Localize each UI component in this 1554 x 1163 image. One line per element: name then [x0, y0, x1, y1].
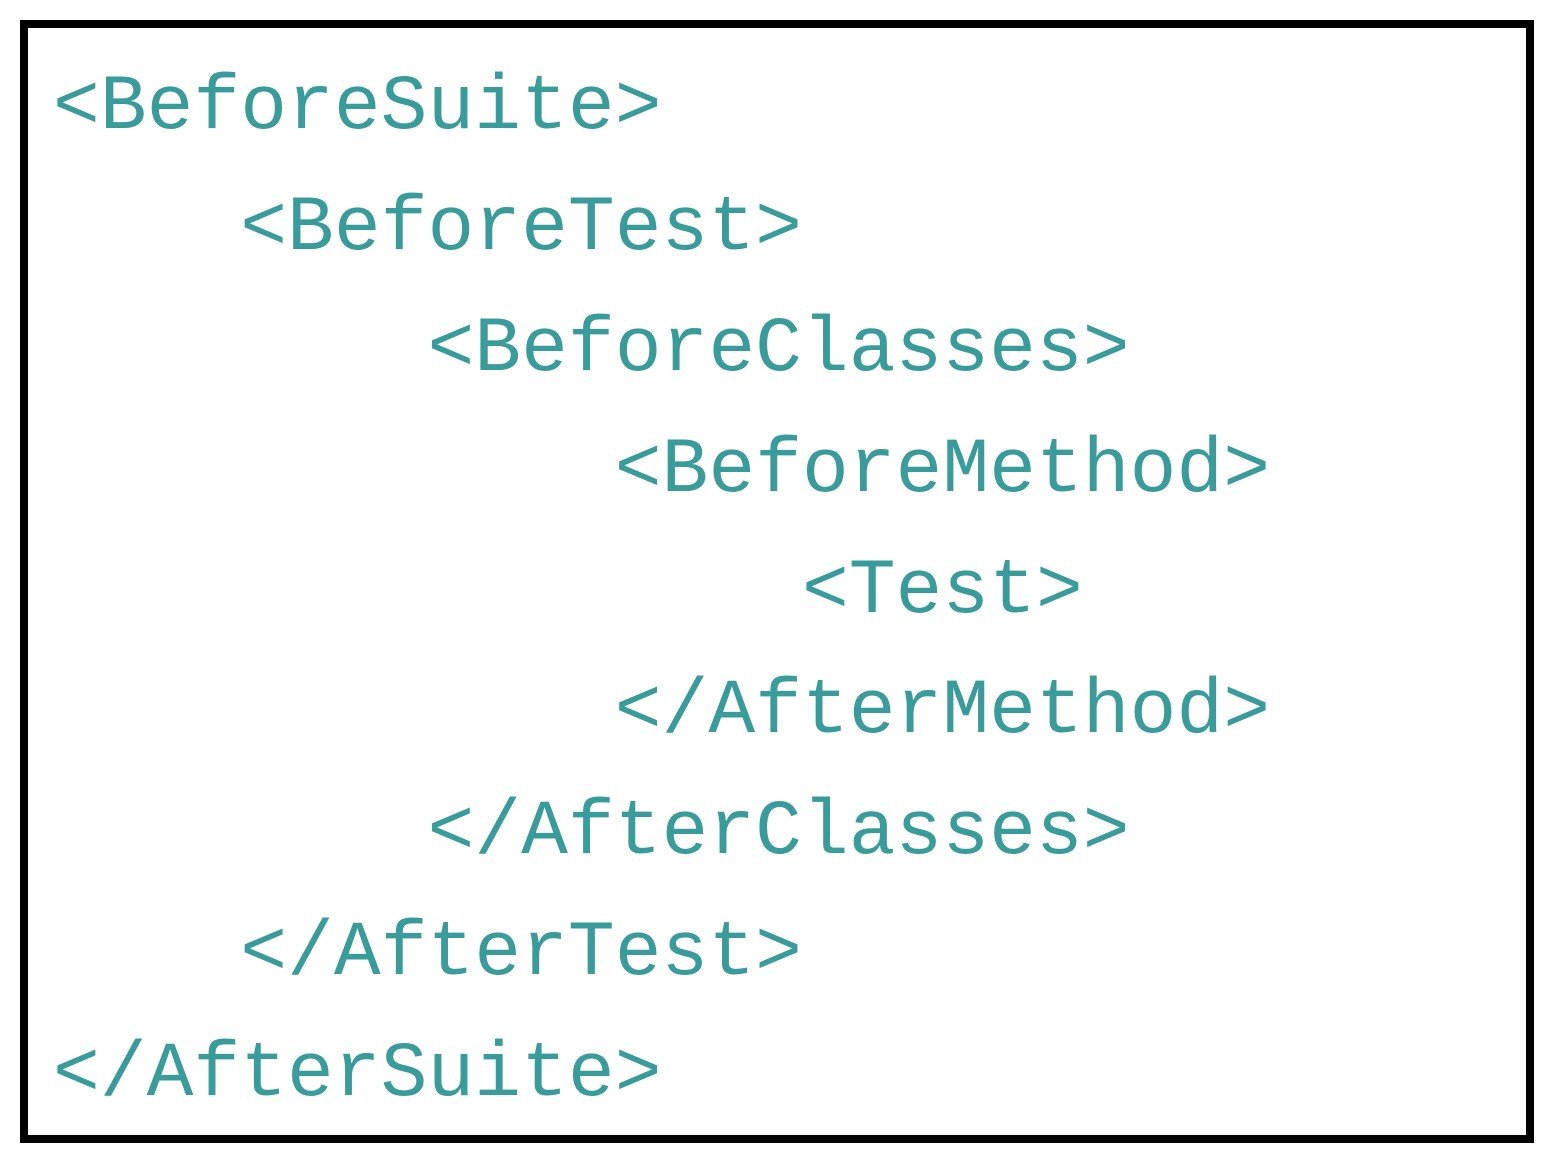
indent	[427, 668, 614, 756]
code-line: </AfterTest>	[53, 894, 1501, 1015]
code-line: <Test>	[53, 532, 1501, 653]
code-line: </AfterMethod>	[53, 652, 1501, 773]
close-bracket: >	[1083, 306, 1130, 394]
code-container: <BeforeSuite> <BeforeTest> <BeforeClasse…	[20, 20, 1534, 1143]
indent	[53, 789, 240, 877]
close-bracket: >	[615, 1031, 662, 1119]
indent	[615, 548, 802, 636]
indent	[53, 427, 240, 515]
open-bracket: <	[240, 185, 287, 273]
code-line: <BeforeClasses>	[53, 290, 1501, 411]
tag-name: AfterClasses	[521, 789, 1083, 877]
close-bracket: >	[1083, 789, 1130, 877]
close-bracket: >	[1223, 668, 1270, 756]
open-bracket: <	[802, 548, 849, 636]
code-line: <BeforeSuite>	[53, 48, 1501, 169]
close-bracket: >	[755, 910, 802, 998]
tag-name: BeforeClasses	[474, 306, 1083, 394]
code-line: </AfterSuite>	[53, 1015, 1501, 1136]
code-line: </AfterClasses>	[53, 773, 1501, 894]
close-bracket: >	[755, 185, 802, 273]
close-bracket: >	[615, 64, 662, 152]
indent	[427, 548, 614, 636]
open-bracket: </	[240, 910, 334, 998]
tag-name: BeforeSuite	[100, 64, 615, 152]
tag-name: AfterSuite	[147, 1031, 615, 1119]
open-bracket: </	[615, 668, 709, 756]
indent	[53, 668, 240, 756]
tag-name: AfterTest	[334, 910, 755, 998]
code-line: <BeforeTest>	[53, 169, 1501, 290]
close-bracket: >	[1036, 548, 1083, 636]
open-bracket: </	[53, 1031, 147, 1119]
indent	[240, 306, 427, 394]
open-bracket: </	[427, 789, 521, 877]
tag-name: Test	[849, 548, 1036, 636]
open-bracket: <	[615, 427, 662, 515]
indent	[427, 427, 614, 515]
indent	[53, 185, 240, 273]
code-line: <BeforeMethod>	[53, 411, 1501, 532]
indent	[240, 548, 427, 636]
tag-name: BeforeMethod	[662, 427, 1224, 515]
open-bracket: <	[427, 306, 474, 394]
indent	[53, 910, 240, 998]
indent	[240, 427, 427, 515]
tag-name: AfterMethod	[708, 668, 1223, 756]
open-bracket: <	[53, 64, 100, 152]
close-bracket: >	[1223, 427, 1270, 515]
indent	[240, 668, 427, 756]
indent	[240, 789, 427, 877]
indent	[53, 306, 240, 394]
indent	[53, 548, 240, 636]
tag-name: BeforeTest	[287, 185, 755, 273]
